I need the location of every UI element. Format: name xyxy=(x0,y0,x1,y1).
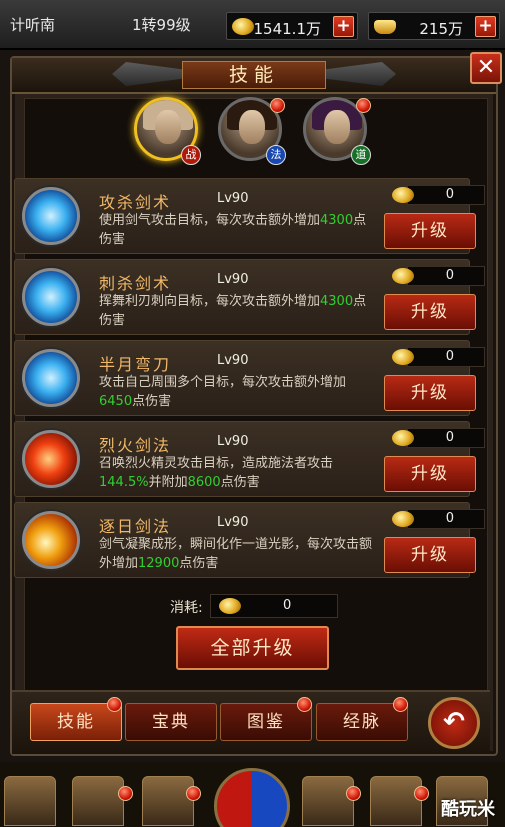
upgrade-button[interactable]: 升级 xyxy=(384,213,476,249)
skill-cost: 0 xyxy=(392,347,485,367)
notification-dot-icon xyxy=(414,786,429,801)
gold-coin-icon xyxy=(392,349,414,365)
consume-box: 0 xyxy=(210,594,338,618)
class-badge-warrior: 战 xyxy=(181,145,201,165)
fire-sword-skill-icon[interactable] xyxy=(22,430,80,488)
consume-label: 消耗: xyxy=(170,600,203,616)
avatar-face xyxy=(324,110,350,144)
skill-row: 攻杀剑术 Lv90 使用剑气攻击目标，每次攻击额外增加4300点伤害 0 升级 xyxy=(14,178,485,254)
skill-level: Lv90 xyxy=(217,515,249,530)
notification-dot-icon xyxy=(393,697,408,712)
skill-cost-value: 0 xyxy=(445,430,454,445)
gold-display: 1541.1万 + xyxy=(226,12,358,40)
backpack-menu-icon[interactable] xyxy=(370,776,422,826)
upgrade-button[interactable]: 升级 xyxy=(384,456,476,492)
avatar-face xyxy=(155,110,181,144)
skill-cost-value: 0 xyxy=(445,268,454,283)
undo-arrow-icon[interactable]: ↶ xyxy=(428,697,480,749)
notification-dot-icon xyxy=(118,786,133,801)
yuanbao-ingot-icon xyxy=(374,20,396,34)
skill-row: 半月弯刀 Lv90 攻击自己周围多个目标，每次攻击额外增加6450点伤害 0 升… xyxy=(14,340,485,416)
upgrade-all-button[interactable]: 全部升级 xyxy=(176,626,329,670)
watermark: 酷玩米 xyxy=(441,799,495,820)
player-rank: 1转99级 xyxy=(132,16,191,34)
top-status-bar: 计听南 1转99级 1541.1万 + 215万 + xyxy=(0,0,505,50)
yuanbao-amount: 215万 xyxy=(419,20,463,38)
skill-row: 刺杀剑术 Lv90 挥舞利刃刺向目标，每次攻击额外增加4300点伤害 0 升级 xyxy=(14,259,485,335)
add-gold-button[interactable]: + xyxy=(333,16,354,37)
skill-description: 剑气凝聚成形，瞬间化作一道光影，每次攻击额外增加12900点伤害 xyxy=(99,537,373,571)
damage-value: 6450 xyxy=(99,394,133,409)
sun-chase-sword-skill-icon[interactable] xyxy=(22,511,80,569)
class-badge-mage: 法 xyxy=(266,145,286,165)
upgrade-button[interactable]: 升级 xyxy=(384,375,476,411)
skill-cost: 0 xyxy=(392,185,485,205)
notification-dot-icon xyxy=(346,786,361,801)
half-moon-blade-skill-icon[interactable] xyxy=(22,349,80,407)
damage-percent-value: 144.5% xyxy=(99,475,149,490)
skill-description: 召唤烈火精灵攻击目标，造成施法者攻击144.5%并附加8600点伤害 xyxy=(99,456,334,490)
skill-level: Lv90 xyxy=(217,191,249,206)
gold-coin-icon xyxy=(392,430,414,446)
thrust-skill-icon[interactable] xyxy=(22,268,80,326)
damage-value: 8600 xyxy=(187,475,221,490)
skill-cost-value: 0 xyxy=(445,349,454,364)
panel-title: 技能 xyxy=(182,61,326,89)
add-yuanbao-button[interactable]: + xyxy=(475,16,496,37)
upgrade-button[interactable]: 升级 xyxy=(384,537,476,573)
tab-treasure-book[interactable]: 宝典 xyxy=(125,703,217,741)
skill-name: 烈火剑法 xyxy=(99,436,172,455)
book-menu-icon[interactable] xyxy=(4,776,56,826)
skill-cost: 0 xyxy=(392,266,485,286)
skill-cost: 0 xyxy=(392,509,485,529)
skill-row: 逐日剑法 Lv90 剑气凝聚成形，瞬间化作一道光影，每次攻击额外增加12900点… xyxy=(14,502,485,578)
upgrade-button[interactable]: 升级 xyxy=(384,294,476,330)
skill-name: 逐日剑法 xyxy=(99,517,172,536)
skill-cost: 0 xyxy=(392,428,485,448)
notification-dot-icon xyxy=(186,786,201,801)
yuanbao-display: 215万 + xyxy=(368,12,500,40)
skill-row: 烈火剑法 Lv90 召唤烈火精灵攻击目标，造成施法者攻击144.5%并附加860… xyxy=(14,421,485,497)
avatar-face xyxy=(239,110,265,144)
notification-dot-icon xyxy=(270,98,285,113)
damage-value: 12900 xyxy=(138,556,180,571)
damage-value: 4300 xyxy=(320,294,354,309)
notification-dot-icon xyxy=(297,697,312,712)
skill-cost-value: 0 xyxy=(445,511,454,526)
panel-titlebar: 技能 xyxy=(12,58,496,94)
title-ornament-left-icon xyxy=(112,62,182,86)
helmet-menu-icon[interactable] xyxy=(142,776,194,826)
skill-level: Lv90 xyxy=(217,353,249,368)
gold-coin-icon xyxy=(392,187,414,203)
forge-menu-icon[interactable] xyxy=(72,776,124,826)
gold-amount: 1541.1万 xyxy=(253,20,322,38)
sword-skill-icon[interactable] xyxy=(22,187,80,245)
skill-level: Lv90 xyxy=(217,434,249,449)
skill-description: 攻击自己周围多个目标，每次攻击额外增加6450点伤害 xyxy=(99,375,347,409)
player-name: 计听南 xyxy=(10,16,56,34)
gold-coin-icon xyxy=(219,598,241,614)
gold-coin-icon xyxy=(232,18,254,35)
gold-coin-icon xyxy=(392,268,414,284)
gold-coin-icon xyxy=(392,511,414,527)
title-ornament-right-icon xyxy=(326,62,396,86)
class-badge-taoist: 道 xyxy=(351,145,371,165)
crossed-swords-menu-icon[interactable] xyxy=(302,776,354,826)
skill-level: Lv90 xyxy=(217,272,249,287)
damage-value: 4300 xyxy=(320,213,354,228)
notification-dot-icon xyxy=(107,697,122,712)
skill-description: 使用剑气攻击目标，每次攻击额外增加4300点伤害 xyxy=(99,213,367,247)
skill-description: 挥舞利刃刺向目标，每次攻击额外增加4300点伤害 xyxy=(99,294,367,328)
consume-value: 0 xyxy=(283,598,292,613)
skill-name: 攻杀剑术 xyxy=(99,193,172,212)
notification-dot-icon xyxy=(356,98,371,113)
close-button[interactable]: ✕ xyxy=(470,52,502,84)
skill-cost-value: 0 xyxy=(445,187,454,202)
skill-name: 半月弯刀 xyxy=(99,355,172,374)
skill-name: 刺杀剑术 xyxy=(99,274,172,293)
